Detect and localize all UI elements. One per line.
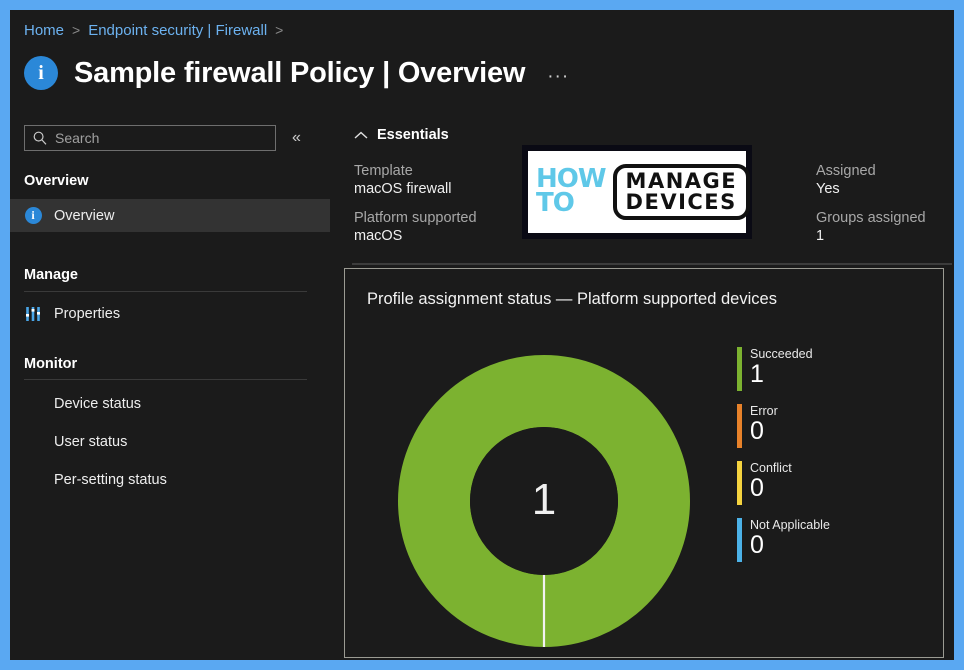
legend-label: Succeeded — [750, 347, 813, 361]
essentials-key-template: Template — [354, 163, 413, 179]
chevron-up-icon — [354, 131, 368, 140]
sidebar: « Overview i Overview Manage Properties — [10, 115, 330, 660]
legend-value: 1 — [750, 360, 764, 389]
legend-item-not-applicable[interactable]: Not Applicable 0 — [737, 518, 927, 562]
legend-label: Conflict — [750, 461, 792, 475]
legend-color-swatch — [737, 461, 742, 505]
legend-item-error[interactable]: Error 0 — [737, 404, 927, 448]
legend-color-swatch — [737, 347, 742, 391]
breadcrumb-separator-icon: > — [275, 22, 284, 38]
page-title-row: i Sample firewall Policy | Overview ··· — [24, 50, 569, 96]
nav-divider — [24, 379, 307, 380]
logo-line-manage: MANAGE — [625, 169, 738, 193]
sidebar-search-row: « — [24, 125, 301, 151]
essentials-divider — [352, 263, 952, 265]
legend-color-swatch — [737, 404, 742, 448]
essentials-value-assigned: Yes — [816, 181, 840, 197]
donut-chart-svg — [398, 355, 690, 647]
sidebar-item-per-setting-status[interactable]: Per-setting status — [10, 463, 330, 496]
search-icon — [32, 130, 48, 146]
sidebar-item-overview[interactable]: i Overview — [10, 199, 330, 232]
sliders-icon — [24, 305, 42, 323]
profile-assignment-status-card: Profile assignment status — Platform sup… — [344, 268, 944, 658]
essentials-value-platform-supported: macOS — [354, 228, 403, 244]
logo-phone-outline: MANAGE DEVICES — [612, 164, 751, 220]
logo-line-to: TO — [536, 188, 575, 218]
sidebar-item-label: Device status — [54, 395, 142, 412]
sidebar-item-device-status[interactable]: Device status — [10, 387, 330, 420]
more-options-button[interactable]: ··· — [547, 67, 569, 86]
essentials-key-platform-supported: Platform supported — [354, 210, 477, 226]
essentials-value-groups-assigned: 1 — [816, 228, 825, 244]
breadcrumb: Home > Endpoint security | Firewall > — [24, 18, 291, 42]
search-box[interactable] — [24, 125, 276, 151]
breadcrumb-item-endpoint-security-firewall[interactable]: Endpoint security | Firewall — [88, 22, 267, 39]
info-circle-icon: i — [24, 56, 58, 90]
nav-divider — [24, 291, 307, 292]
legend-color-swatch — [737, 518, 742, 562]
chart-legend: Succeeded 1 Error 0 Conflict 0 Not Appli… — [737, 347, 927, 575]
legend-label: Error — [750, 404, 778, 418]
essentials-toggle[interactable]: Essentials — [354, 127, 449, 143]
sidebar-item-user-status[interactable]: User status — [10, 425, 330, 458]
essentials-left-column: Template macOS firewall Platform support… — [354, 163, 477, 257]
nav-group-header-overview: Overview — [24, 173, 89, 189]
info-circle-icon: i — [24, 207, 42, 225]
legend-value: 0 — [750, 531, 764, 560]
logo-line-devices: DEVICES — [625, 190, 737, 214]
nav-group-header-manage: Manage — [24, 267, 78, 283]
legend-label: Not Applicable — [750, 518, 830, 532]
legend-item-conflict[interactable]: Conflict 0 — [737, 461, 927, 505]
sidebar-item-label: Per-setting status — [54, 471, 167, 488]
howtomanagedevices-logo: HOW TO MANAGE DEVICES — [522, 145, 752, 239]
logo-howto: HOW TO — [536, 166, 607, 218]
logo-inner: HOW TO MANAGE DEVICES — [528, 151, 751, 233]
page-title: Sample firewall Policy | Overview — [74, 56, 526, 89]
essentials-title: Essentials — [377, 127, 449, 143]
essentials-key-groups-assigned: Groups assigned — [816, 210, 926, 226]
sidebar-item-properties[interactable]: Properties — [10, 297, 330, 330]
legend-value: 0 — [750, 417, 764, 446]
collapse-sidebar-button[interactable]: « — [292, 130, 301, 146]
sidebar-item-label: Overview — [54, 207, 115, 224]
search-input[interactable] — [55, 130, 255, 146]
sidebar-item-label: Properties — [54, 305, 121, 322]
legend-value: 0 — [750, 474, 764, 503]
donut-hole — [470, 427, 618, 575]
essentials-key-assigned: Assigned — [816, 163, 876, 179]
nav-group-header-monitor: Monitor — [24, 356, 78, 372]
essentials-value-template: macOS firewall — [354, 181, 452, 197]
essentials-right-column: Assigned Yes Groups assigned 1 — [816, 163, 926, 257]
legend-item-succeeded[interactable]: Succeeded 1 — [737, 347, 927, 391]
breadcrumb-item-home[interactable]: Home — [24, 22, 64, 39]
essentials-section: Essentials Template macOS firewall Platf… — [342, 115, 954, 265]
azure-portal-blade: Home > Endpoint security | Firewall > i … — [10, 10, 954, 660]
donut-chart[interactable]: 1 — [393, 355, 695, 647]
chart-title: Profile assignment status — Platform sup… — [367, 290, 777, 308]
sidebar-item-label: User status — [54, 433, 128, 450]
breadcrumb-separator-icon: > — [72, 22, 81, 38]
